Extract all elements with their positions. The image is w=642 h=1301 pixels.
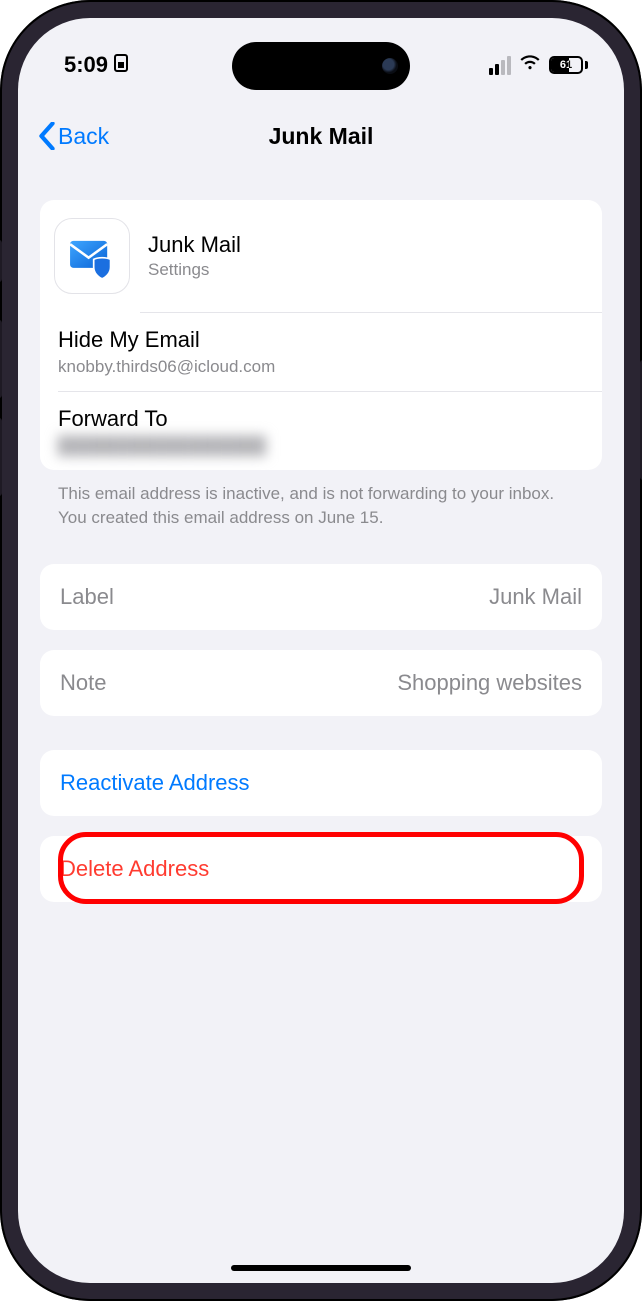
nav-bar: Back Junk Mail <box>18 108 624 164</box>
wifi-icon <box>519 51 541 79</box>
label-card: Label Junk Mail <box>40 564 602 630</box>
home-indicator[interactable] <box>231 1265 411 1271</box>
back-button[interactable]: Back <box>38 108 109 164</box>
back-label: Back <box>58 123 109 150</box>
volume-up-button <box>0 320 2 398</box>
mail-shield-icon <box>54 218 130 294</box>
reactivate-address-button[interactable]: Reactivate Address <box>40 750 602 816</box>
chevron-left-icon <box>38 122 56 150</box>
battery-percent: 61 <box>551 58 581 72</box>
delete-address-button[interactable]: Delete Address <box>40 836 602 902</box>
hide-my-email-row[interactable]: Hide My Email knobby.thirds06@icloud.com <box>40 313 602 391</box>
volume-down-button <box>0 418 2 496</box>
forward-to-address: ████████████████ <box>58 436 584 456</box>
label-value: Junk Mail <box>489 584 582 610</box>
delete-card: Delete Address <box>40 836 602 902</box>
address-title: Junk Mail <box>148 232 241 258</box>
note-key: Note <box>60 670 106 696</box>
hide-my-email-address: knobby.thirds06@icloud.com <box>58 357 584 377</box>
status-time: 5:09 <box>64 52 108 78</box>
forward-to-row[interactable]: Forward To ████████████████ <box>40 392 602 470</box>
content-area: Junk Mail Settings Hide My Email knobby.… <box>18 200 624 1283</box>
note-value: Shopping websites <box>397 670 582 696</box>
status-footer-note: This email address is inactive, and is n… <box>40 470 602 530</box>
cellular-signal-icon <box>489 56 511 75</box>
page-title: Junk Mail <box>269 123 374 150</box>
sim-icon <box>114 52 128 78</box>
phone-frame: 5:09 61 <box>0 0 642 1301</box>
label-row[interactable]: Label Junk Mail <box>40 564 602 630</box>
forward-to-label: Forward To <box>58 406 584 432</box>
battery-indicator: 61 <box>549 56 588 74</box>
reactivate-card: Reactivate Address <box>40 750 602 816</box>
label-key: Label <box>60 584 114 610</box>
hide-my-email-label: Hide My Email <box>58 327 584 353</box>
note-row[interactable]: Note Shopping websites <box>40 650 602 716</box>
status-bar: 5:09 61 <box>18 18 624 90</box>
screen: 5:09 61 <box>18 18 624 1283</box>
address-subtitle: Settings <box>148 260 241 280</box>
address-card: Junk Mail Settings Hide My Email knobby.… <box>40 200 602 470</box>
address-header-row: Junk Mail Settings <box>40 200 602 312</box>
silence-switch <box>0 240 2 282</box>
note-card: Note Shopping websites <box>40 650 602 716</box>
